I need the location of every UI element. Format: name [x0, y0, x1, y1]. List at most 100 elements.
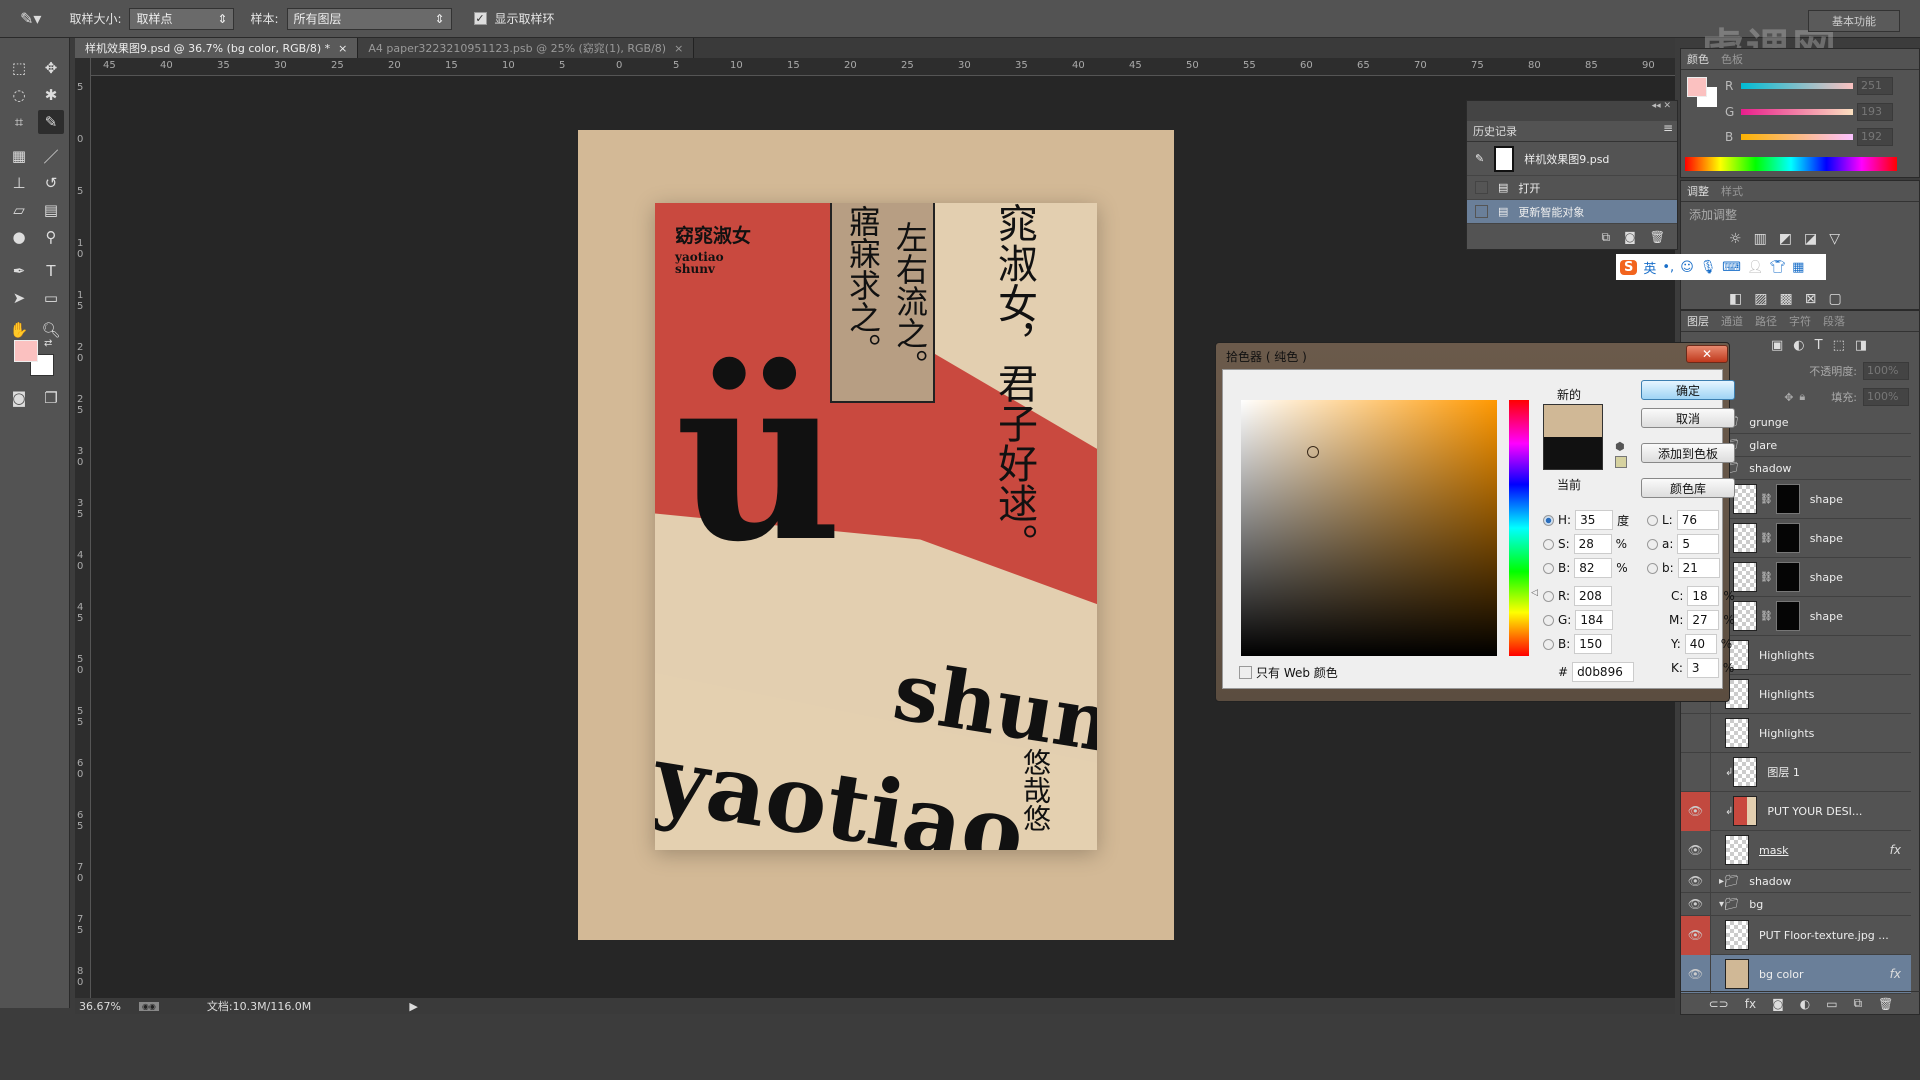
show-ring-checkbox[interactable]: ✓: [473, 12, 487, 25]
path-select-tool[interactable]: ➤: [6, 286, 32, 310]
tab-channels[interactable]: 通道: [1715, 311, 1749, 331]
r-slider[interactable]: [1741, 83, 1853, 89]
fx-icon[interactable]: fx: [1745, 997, 1756, 1011]
visibility-toggle-icon[interactable]: 👁︎: [1681, 954, 1711, 994]
panel-collapse-bar[interactable]: ◂◂ ✕: [1467, 101, 1677, 121]
tab-document-2[interactable]: A4 paper3223210951123.psb @ 25% (窈窕(1), …: [358, 38, 695, 58]
quick-mask-icon[interactable]: ◙: [6, 386, 32, 410]
layer-row[interactable]: 👁︎ PUT Floor-texture.jpg ...: [1681, 915, 1911, 955]
r-value[interactable]: 251: [1857, 77, 1893, 95]
tab-color[interactable]: 颜色: [1681, 49, 1715, 69]
color-libraries-button[interactable]: 颜色库: [1641, 478, 1735, 498]
layer-row[interactable]: ↲ 图层 1: [1681, 752, 1911, 792]
blur-tool[interactable]: ●: [6, 225, 32, 249]
levels-icon[interactable]: ▥: [1754, 231, 1767, 247]
hex-input[interactable]: d0b896: [1572, 662, 1635, 682]
move-lock-icon[interactable]: ✥: [1784, 391, 1793, 404]
b-rgb-input[interactable]: 150: [1574, 634, 1613, 654]
visibility-toggle-icon[interactable]: 👁︎: [1681, 830, 1711, 870]
close-button[interactable]: ✕: [1686, 345, 1728, 363]
tab-paths[interactable]: 路径: [1749, 311, 1783, 331]
workspace-select[interactable]: 基本功能: [1808, 10, 1900, 32]
filter-shape-icon[interactable]: ⬚: [1833, 338, 1845, 353]
chain-link-icon[interactable]: ⛓: [1760, 494, 1773, 505]
gradient-tool[interactable]: ▤: [38, 198, 64, 222]
close-icon[interactable]: ×: [674, 42, 683, 55]
tab-swatches[interactable]: 色板: [1715, 49, 1749, 69]
move-tool[interactable]: ✥: [38, 56, 64, 80]
m-input[interactable]: 27: [1687, 610, 1720, 630]
layer-row[interactable]: 👁︎ ▸ 📁︎ shadow: [1681, 869, 1911, 893]
history-item[interactable]: ▤ 更新智能对象: [1467, 200, 1677, 224]
brightness-icon[interactable]: ☼: [1729, 231, 1742, 247]
visibility-toggle-icon[interactable]: 👁︎: [1681, 869, 1711, 893]
g-value[interactable]: 193: [1857, 103, 1893, 121]
close-icon[interactable]: ×: [338, 42, 347, 55]
y-input[interactable]: 40: [1684, 634, 1717, 654]
trash-icon[interactable]: 🗑︎: [1650, 230, 1665, 245]
l-radio[interactable]: [1647, 514, 1658, 526]
filter-image-icon[interactable]: ▣: [1771, 338, 1783, 353]
mask-thumbnail[interactable]: [1775, 523, 1800, 553]
mic-icon[interactable]: 🎙︎: [1700, 260, 1717, 275]
fx-badge-icon[interactable]: fx: [1890, 843, 1901, 857]
b-value[interactable]: 192: [1857, 128, 1893, 146]
k-input[interactable]: 3: [1686, 658, 1719, 678]
punct-icon[interactable]: •,: [1662, 260, 1674, 275]
screen-mode-icon[interactable]: ❐: [38, 386, 64, 410]
new-layer-icon[interactable]: ⧉: [1854, 996, 1863, 1011]
layer-row[interactable]: 👁︎ mask fx: [1681, 830, 1911, 870]
pen-tool[interactable]: ✒: [6, 259, 32, 283]
invert-icon[interactable]: ◧: [1729, 291, 1742, 307]
history-tab[interactable]: 历史记录: [1467, 121, 1523, 141]
marquee-tool[interactable]: ⬚: [6, 56, 32, 80]
healing-tool[interactable]: ▦: [6, 144, 32, 168]
b-hsb-radio[interactable]: [1543, 562, 1554, 574]
filter-adjust-icon[interactable]: ◐: [1793, 338, 1804, 353]
visibility-toggle-icon[interactable]: [1681, 752, 1711, 792]
gamut-cube-icon[interactable]: ⬢: [1615, 440, 1625, 453]
adjustment-layer-icon[interactable]: ◐: [1800, 997, 1810, 1011]
status-menu-arrow[interactable]: ▶: [409, 1000, 417, 1013]
type-tool[interactable]: T: [38, 259, 64, 283]
color-field-cursor[interactable]: [1307, 446, 1319, 458]
h-radio[interactable]: [1543, 514, 1554, 526]
lab-b-input[interactable]: 21: [1677, 558, 1720, 578]
g-slider[interactable]: [1741, 109, 1853, 115]
fg-color[interactable]: [1687, 77, 1707, 97]
r-input[interactable]: 208: [1574, 586, 1613, 606]
web-only-checkbox[interactable]: [1239, 666, 1252, 679]
hue-slider[interactable]: [1509, 400, 1529, 656]
tab-styles[interactable]: 样式: [1715, 181, 1749, 201]
lab-b-radio[interactable]: [1647, 562, 1658, 574]
visibility-toggle-icon[interactable]: [1681, 713, 1711, 753]
keyboard-icon[interactable]: ⌨: [1722, 260, 1741, 275]
lasso-tool[interactable]: ◌: [6, 83, 32, 107]
s-input[interactable]: 28: [1573, 534, 1612, 554]
cancel-button[interactable]: 取消: [1641, 408, 1735, 428]
selective-color-icon[interactable]: ▢: [1828, 291, 1841, 307]
toolbox-icon[interactable]: ▦: [1792, 260, 1804, 275]
chain-link-icon[interactable]: ⛓: [1760, 611, 1773, 622]
l-input[interactable]: 76: [1676, 510, 1719, 530]
tab-layers[interactable]: 图层: [1681, 311, 1715, 331]
ime-toolbar[interactable]: S 英 •, ☺ 🎙︎ ⌨ 👤︎ 👕︎ ▦: [1616, 254, 1826, 280]
swap-colors-icon[interactable]: ⇄: [44, 338, 52, 349]
b-rgb-radio[interactable]: [1543, 638, 1554, 650]
history-item[interactable]: ▤ 打开: [1467, 176, 1677, 200]
curves-icon[interactable]: ◩: [1779, 231, 1792, 247]
gradient-map-icon[interactable]: ⊠: [1805, 291, 1817, 307]
g-radio[interactable]: [1543, 614, 1554, 626]
skin-icon[interactable]: 👕︎: [1770, 260, 1787, 275]
b-slider[interactable]: [1741, 134, 1853, 140]
ok-button[interactable]: 确定: [1641, 380, 1735, 400]
posterize-icon[interactable]: ▨: [1754, 291, 1767, 307]
tab-character[interactable]: 字符: [1783, 311, 1817, 331]
s-radio[interactable]: [1543, 538, 1554, 550]
vibrance-icon[interactable]: ▽: [1829, 231, 1840, 247]
add-to-swatches-button[interactable]: 添加到色板: [1641, 443, 1735, 463]
tab-adjustments[interactable]: 调整: [1681, 181, 1715, 201]
ime-lang[interactable]: 英: [1643, 258, 1656, 277]
h-input[interactable]: 35: [1575, 510, 1614, 530]
brush-tool[interactable]: ／: [38, 144, 64, 168]
